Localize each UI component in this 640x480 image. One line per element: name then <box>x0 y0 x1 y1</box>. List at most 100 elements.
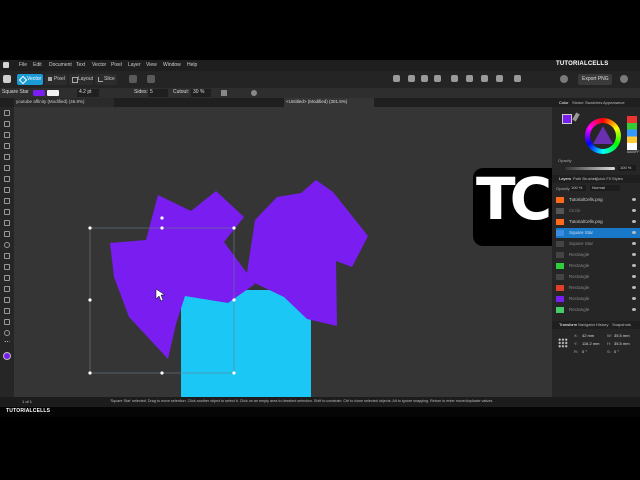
convert-to-curves-icon[interactable] <box>221 90 227 96</box>
selection-handle[interactable] <box>88 298 92 302</box>
menu-document[interactable]: Document <box>49 62 72 68</box>
more-tools-icon[interactable] <box>3 340 11 348</box>
canvas[interactable]: TC <box>14 107 552 397</box>
menu-window[interactable]: Window <box>163 62 181 68</box>
tab-swatches[interactable]: Swatches <box>585 100 602 105</box>
rotation-handle[interactable] <box>160 216 164 220</box>
layer-row[interactable]: TutorialCells.png <box>556 217 640 227</box>
menu-view[interactable]: View <box>146 62 157 68</box>
visibility-icon[interactable] <box>632 286 636 289</box>
menu-edit[interactable]: Edit <box>33 62 42 68</box>
tab-appearance[interactable]: Appearance <box>603 100 625 105</box>
vector-crop-tool-icon[interactable] <box>3 296 11 304</box>
transparency-tool-icon[interactable] <box>3 197 11 205</box>
snapping-icon[interactable] <box>147 75 155 83</box>
color-wheel[interactable] <box>585 118 621 154</box>
corner-tool-icon[interactable] <box>3 142 11 150</box>
layer-row[interactable]: TutorialCells.png <box>556 195 640 205</box>
layer-row[interactable]: Rectangle <box>556 250 640 260</box>
table-tool-icon[interactable] <box>3 285 11 293</box>
settings-icon[interactable] <box>560 75 568 83</box>
selection-handle[interactable] <box>232 226 236 230</box>
selection-handle[interactable] <box>232 298 236 302</box>
visibility-icon[interactable] <box>632 308 636 311</box>
selection-handle[interactable] <box>88 371 92 375</box>
stroke-swatch[interactable] <box>47 90 59 96</box>
flip-icon[interactable] <box>481 75 488 82</box>
export-button[interactable]: Export PNG <box>578 74 612 85</box>
visibility-icon[interactable] <box>632 264 636 267</box>
tab-color[interactable]: Color <box>559 100 569 105</box>
layer-row[interactable]: Rectangle <box>556 294 640 304</box>
zoom-tool-icon[interactable] <box>3 329 11 337</box>
layer-row[interactable]: Rectangle <box>556 283 640 293</box>
selection-handle[interactable] <box>160 371 164 375</box>
account-icon[interactable] <box>620 75 628 83</box>
menu-pixel[interactable]: Pixel <box>111 62 122 68</box>
swatch-grid[interactable] <box>627 116 637 150</box>
visibility-icon[interactable] <box>632 275 636 278</box>
color-swatch-icon[interactable] <box>3 352 11 360</box>
x-value[interactable]: 42 mm <box>582 333 594 338</box>
visibility-icon[interactable] <box>632 220 636 223</box>
layer-row-selected[interactable]: Square Star <box>556 228 640 238</box>
boolean-subtract-icon[interactable] <box>408 75 415 82</box>
text-tool-icon[interactable] <box>3 263 11 271</box>
persona-pixel-button[interactable]: Pixel <box>45 74 67 85</box>
layer-row[interactable]: Rectangle <box>556 261 640 271</box>
boolean-add-icon[interactable] <box>393 75 400 82</box>
tab-quick-fx[interactable]: Quick FX <box>595 176 611 181</box>
shape-tool-icon[interactable] <box>3 252 11 260</box>
color-triangle[interactable] <box>593 126 613 144</box>
arrange-icon[interactable] <box>451 75 458 82</box>
pen-tool-icon[interactable] <box>3 153 11 161</box>
place-image-tool-icon[interactable] <box>3 208 11 216</box>
blend-mode-select[interactable]: Normal <box>590 185 620 191</box>
sides-field[interactable]: 5 <box>148 89 168 97</box>
tab-snapshots[interactable]: Snapshots <box>612 322 631 327</box>
tab-history[interactable]: History <box>596 322 608 327</box>
visibility-icon[interactable] <box>632 231 636 234</box>
point-transform-tool-icon[interactable] <box>3 131 11 139</box>
layer-row[interactable]: Circle <box>556 206 640 216</box>
rotate-icon[interactable] <box>496 75 503 82</box>
cyan-rectangle[interactable] <box>181 290 311 397</box>
tab-navigator[interactable]: Navigator <box>578 322 595 327</box>
selection-handle[interactable] <box>88 226 92 230</box>
opacity-slider[interactable] <box>565 167 615 170</box>
visibility-icon[interactable] <box>632 253 636 256</box>
pencil-tool-icon[interactable] <box>3 164 11 172</box>
opacity-field[interactable]: 100 % <box>618 165 636 171</box>
tab-stroke[interactable]: Stroke <box>572 100 584 105</box>
persona-layout-button[interactable]: Layout <box>69 74 93 85</box>
visibility-icon[interactable] <box>632 242 636 245</box>
ellipse-tool-icon[interactable] <box>3 241 11 249</box>
insert-icon[interactable] <box>514 75 521 82</box>
menu-text[interactable]: Text <box>76 62 85 68</box>
persona-vector-button[interactable]: Vector <box>17 74 43 85</box>
anchor-grid-icon[interactable] <box>558 338 568 348</box>
layer-opacity-field[interactable]: 100 % <box>570 185 586 191</box>
menu-vector[interactable]: Vector <box>92 62 106 68</box>
fill-color-well[interactable] <box>562 114 572 124</box>
visibility-icon[interactable] <box>632 209 636 212</box>
boolean-intersect-icon[interactable] <box>421 75 428 82</box>
persona-slice-button[interactable]: Slice <box>95 74 117 85</box>
hand-tool-icon[interactable] <box>3 318 11 326</box>
fill-tool-icon[interactable] <box>3 186 11 194</box>
affinity-logo-icon[interactable] <box>3 75 11 83</box>
layer-row[interactable]: Rectangle <box>556 305 640 315</box>
menu-file[interactable]: File <box>19 62 27 68</box>
hex-value[interactable]: 8A00FF <box>627 150 639 154</box>
tab-layers[interactable]: Layers <box>559 176 571 181</box>
move-tool-icon[interactable] <box>3 109 11 117</box>
eyedropper-tool-icon[interactable] <box>3 307 11 315</box>
s-value[interactable]: 0 ° <box>614 349 619 354</box>
stroke-width-field[interactable]: 4.2 pt <box>77 89 99 97</box>
y-value[interactable]: 116.2 mm <box>582 341 600 346</box>
tab-styles[interactable]: Styles <box>612 176 623 181</box>
rectangle-tool-icon[interactable] <box>3 230 11 238</box>
layer-row[interactable]: Rectangle <box>556 272 640 282</box>
tab-youtube-affinity[interactable]: youtube affinity (Modified) (46.8%) <box>14 98 114 107</box>
layer-row[interactable]: Square Star <box>556 239 640 249</box>
